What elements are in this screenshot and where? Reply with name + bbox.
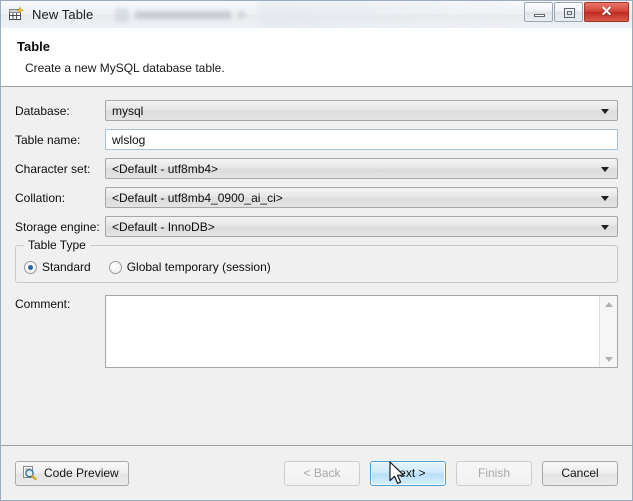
finish-label: Finish bbox=[477, 466, 510, 480]
minimize-icon bbox=[534, 14, 545, 17]
next-button[interactable]: Next > bbox=[370, 460, 446, 486]
field-row-storage-engine: Storage engine: <Default - InnoDB> bbox=[15, 216, 618, 237]
comment-label: Comment: bbox=[15, 297, 71, 311]
table-type-radio-group: Standard Global temporary (session) bbox=[24, 258, 609, 276]
background-tab-close-icon bbox=[238, 11, 245, 18]
back-label: < Back bbox=[303, 466, 341, 480]
background-tab-label bbox=[135, 10, 231, 19]
window-title: New Table bbox=[32, 7, 94, 22]
chevron-down-icon bbox=[601, 224, 609, 230]
close-button[interactable]: ✕ bbox=[584, 2, 629, 22]
background-tab-blurred bbox=[111, 4, 261, 25]
chevron-up-icon bbox=[604, 301, 613, 307]
database-label: Database: bbox=[15, 103, 70, 118]
cancel-label: Cancel bbox=[561, 466, 599, 480]
dialog-body: Database: mysql Table name: Character se… bbox=[1, 87, 632, 445]
character-set-value: <Default - utf8mb4> bbox=[112, 161, 219, 176]
radio-global-temporary-label: Global temporary (session) bbox=[126, 260, 271, 274]
radio-standard[interactable]: Standard bbox=[24, 260, 91, 274]
storage-engine-value: <Default - InnoDB> bbox=[112, 219, 215, 234]
background-tab-icon bbox=[115, 7, 129, 22]
database-combobox[interactable]: mysql bbox=[105, 100, 618, 121]
storage-engine-combobox[interactable]: <Default - InnoDB> bbox=[105, 216, 618, 237]
cancel-button[interactable]: Cancel bbox=[542, 460, 618, 486]
table-name-input[interactable] bbox=[105, 129, 618, 150]
radio-global-temporary[interactable]: Global temporary (session) bbox=[108, 260, 271, 274]
code-preview-label: Code Preview bbox=[44, 466, 119, 480]
storage-engine-label: Storage engine: bbox=[15, 219, 100, 234]
dialog-header: Table Create a new MySQL database table. bbox=[1, 28, 632, 87]
database-value: mysql bbox=[112, 103, 144, 118]
table-type-group: Table Type Standard Global temporary (se… bbox=[15, 238, 618, 283]
radio-global-temporary-indicator bbox=[108, 260, 122, 274]
new-table-dialog-screen: New Table ✕ Table Create a new MySQL dat… bbox=[0, 0, 633, 501]
field-row-table-name: Table name: bbox=[15, 129, 618, 150]
chevron-down-icon bbox=[601, 108, 609, 114]
table-type-legend: Table Type bbox=[24, 238, 90, 252]
page-subtitle: Create a new MySQL database table. bbox=[25, 61, 225, 75]
maximize-button[interactable] bbox=[554, 2, 583, 22]
page-title: Table bbox=[17, 39, 50, 54]
title-bar[interactable]: New Table ✕ bbox=[1, 1, 632, 28]
next-label: Next > bbox=[390, 466, 426, 480]
field-row-comment: Comment: bbox=[15, 295, 618, 368]
radio-standard-label: Standard bbox=[42, 260, 91, 274]
table-name-label: Table name: bbox=[15, 132, 81, 147]
field-row-character-set: Character set: <Default - utf8mb4> bbox=[15, 158, 618, 179]
background-window-blur bbox=[259, 1, 509, 28]
scroll-up-button[interactable] bbox=[600, 296, 617, 312]
new-table-icon bbox=[8, 6, 25, 23]
comment-textarea[interactable] bbox=[106, 296, 599, 367]
scroll-down-button[interactable] bbox=[600, 351, 617, 367]
code-preview-button[interactable]: Code Preview bbox=[15, 460, 129, 486]
code-preview-magnifier-icon bbox=[22, 465, 38, 481]
character-set-combobox[interactable]: <Default - utf8mb4> bbox=[105, 158, 618, 179]
back-button[interactable]: < Back bbox=[284, 460, 360, 486]
chevron-down-icon bbox=[601, 166, 609, 172]
wizard-navigation-buttons: < Back Next > Finish Cancel bbox=[284, 460, 618, 486]
comment-field-wrap bbox=[105, 295, 618, 368]
collation-label: Collation: bbox=[15, 190, 66, 205]
character-set-label: Character set: bbox=[15, 161, 91, 176]
comment-scrollbar[interactable] bbox=[599, 296, 617, 367]
field-row-database: Database: mysql bbox=[15, 100, 618, 121]
dialog-footer: Code Preview < Back Next > Finish Cancel bbox=[1, 445, 632, 500]
minimize-button[interactable] bbox=[524, 2, 553, 22]
chevron-down-icon bbox=[601, 195, 609, 201]
close-icon: ✕ bbox=[600, 4, 613, 20]
chevron-down-icon bbox=[604, 356, 613, 362]
new-table-window: New Table ✕ Table Create a new MySQL dat… bbox=[0, 0, 633, 501]
finish-button[interactable]: Finish bbox=[456, 460, 532, 486]
window-controls: ✕ bbox=[523, 2, 629, 22]
radio-standard-indicator bbox=[24, 260, 37, 274]
collation-combobox[interactable]: <Default - utf8mb4_0900_ai_ci> bbox=[105, 187, 618, 208]
restore-icon bbox=[564, 8, 575, 18]
field-row-collation: Collation: <Default - utf8mb4_0900_ai_ci… bbox=[15, 187, 618, 208]
collation-value: <Default - utf8mb4_0900_ai_ci> bbox=[112, 190, 283, 205]
